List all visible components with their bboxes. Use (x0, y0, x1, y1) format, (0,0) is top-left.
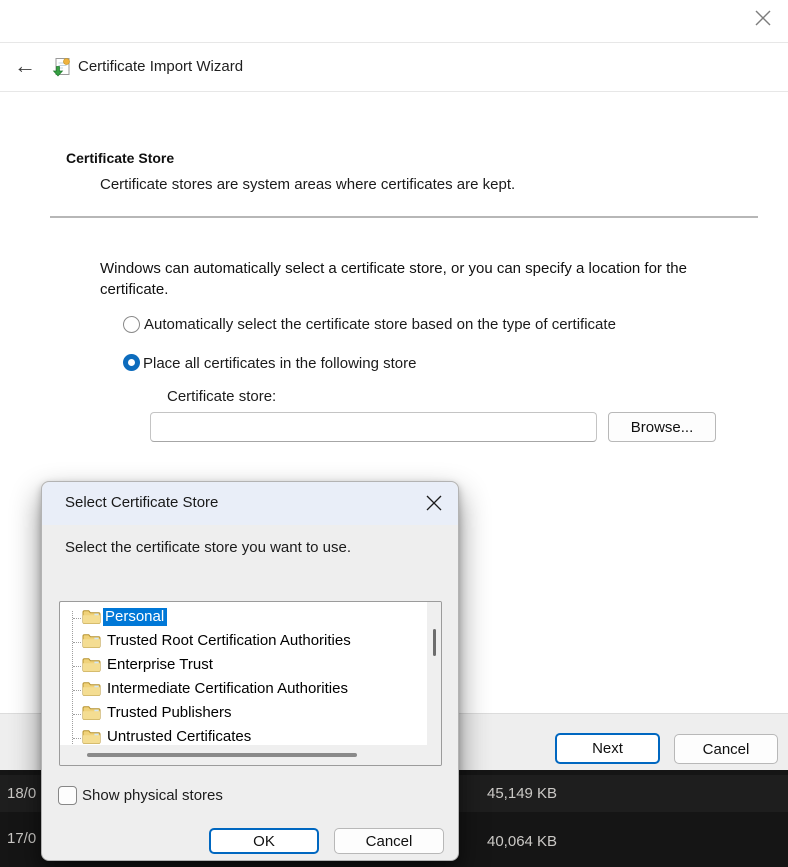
page-heading: Certificate Store (66, 150, 174, 166)
next-button[interactable]: Next (555, 733, 660, 764)
horizontal-scrollbar-thumb[interactable] (87, 753, 357, 757)
dialog-title: Select Certificate Store (65, 494, 218, 511)
wizard-header: ← Certificate Import Wizard (0, 44, 788, 92)
certificate-store-list[interactable]: Personal Trusted Root Certification Auth… (59, 601, 442, 766)
store-item[interactable]: Trusted Root Certification Authorities (60, 630, 426, 654)
certificate-import-wizard-window: ← Certificate Import Wizard Certificate … (0, 0, 788, 867)
folder-icon (82, 705, 101, 721)
wizard-title: Certificate Import Wizard (78, 58, 243, 75)
window-titlebar (0, 0, 788, 43)
store-item-label[interactable]: Enterprise Trust (105, 656, 216, 674)
dialog-titlebar: Select Certificate Store (42, 482, 458, 525)
browse-button[interactable]: Browse... (608, 412, 716, 442)
folder-icon (82, 729, 101, 745)
tree-stub (73, 738, 81, 739)
horizontal-scrollbar[interactable] (60, 745, 442, 766)
vertical-scrollbar[interactable] (427, 602, 441, 745)
dialog-instruction: Select the certificate store you want to… (65, 539, 351, 556)
store-item-label[interactable]: Personal (103, 608, 167, 626)
tree-stub (73, 618, 81, 619)
radio-place-all-store[interactable] (123, 354, 140, 371)
close-icon[interactable] (754, 9, 772, 27)
file-date-fragment: 18/0 (7, 785, 36, 802)
tree-stub (73, 714, 81, 715)
store-item[interactable]: Enterprise Trust (60, 654, 426, 678)
vertical-scrollbar-thumb[interactable] (433, 629, 436, 656)
show-physical-stores-checkbox[interactable] (58, 786, 77, 805)
certificate-store-input[interactable] (150, 412, 597, 442)
file-size: 40,064 KB (487, 833, 557, 850)
dialog-close-icon[interactable] (425, 494, 443, 512)
store-item[interactable]: Trusted Publishers (60, 702, 426, 726)
store-item[interactable]: Personal (60, 606, 426, 630)
section-divider (50, 216, 758, 218)
store-item-label[interactable]: Trusted Root Certification Authorities (105, 632, 354, 650)
radio-automatic-store[interactable] (123, 316, 140, 333)
radio-automatic-store-label[interactable]: Automatically select the certificate sto… (144, 316, 616, 333)
certificate-store-label: Certificate store: (167, 388, 276, 405)
certificate-store-tree: Personal Trusted Root Certification Auth… (60, 602, 441, 765)
tree-stub (73, 666, 81, 667)
ok-button[interactable]: OK (209, 828, 319, 854)
certificate-import-icon (51, 57, 72, 78)
radio-place-all-store-label[interactable]: Place all certificates in the following … (143, 355, 416, 372)
intro-text: Windows can automatically select a certi… (100, 258, 732, 300)
file-date-fragment: 17/0 (7, 830, 36, 847)
folder-icon (82, 633, 101, 649)
dialog-cancel-button[interactable]: Cancel (334, 828, 444, 854)
tree-stub (73, 690, 81, 691)
store-item-label[interactable]: Trusted Publishers (105, 704, 235, 722)
store-item[interactable]: Intermediate Certification Authorities (60, 678, 426, 702)
folder-icon (82, 681, 101, 697)
file-size: 45,149 KB (487, 785, 557, 802)
folder-icon (82, 609, 101, 625)
tree-stub (73, 642, 81, 643)
select-certificate-store-dialog: Select Certificate Store Select the cert… (41, 481, 459, 861)
store-item-label[interactable]: Untrusted Certificates (105, 728, 254, 746)
store-item-label[interactable]: Intermediate Certification Authorities (105, 680, 351, 698)
show-physical-stores-label[interactable]: Show physical stores (82, 787, 223, 804)
page-subheading: Certificate stores are system areas wher… (100, 176, 515, 193)
wizard-cancel-button[interactable]: Cancel (674, 734, 778, 764)
back-arrow-icon[interactable]: ← (14, 52, 36, 80)
folder-icon (82, 657, 101, 673)
